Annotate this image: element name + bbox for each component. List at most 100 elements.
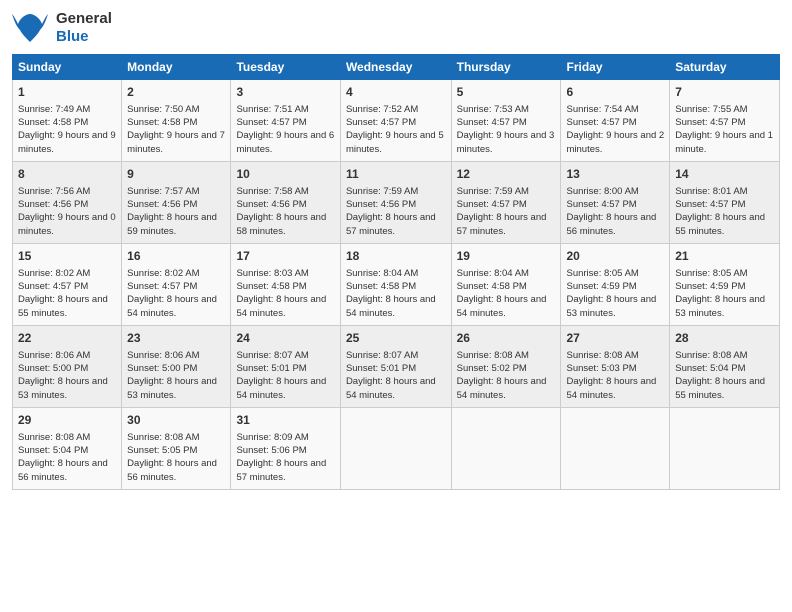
day-info: Sunrise: 8:04 AMSunset: 4:58 PMDaylight:… <box>457 267 556 320</box>
calendar-row: 1Sunrise: 7:49 AMSunset: 4:58 PMDaylight… <box>13 80 780 162</box>
header: General Blue <box>12 10 780 46</box>
logo-general: General <box>56 10 112 28</box>
day-info: Sunrise: 8:08 AMSunset: 5:02 PMDaylight:… <box>457 349 556 402</box>
day-number: 21 <box>675 248 774 265</box>
calendar-cell: 17Sunrise: 8:03 AMSunset: 4:58 PMDayligh… <box>231 244 340 326</box>
day-number: 25 <box>346 330 446 347</box>
day-number: 7 <box>675 84 774 101</box>
calendar-cell: 13Sunrise: 8:00 AMSunset: 4:57 PMDayligh… <box>561 162 670 244</box>
calendar-row: 29Sunrise: 8:08 AMSunset: 5:04 PMDayligh… <box>13 408 780 490</box>
day-info: Sunrise: 8:06 AMSunset: 5:00 PMDaylight:… <box>127 349 225 402</box>
day-number: 11 <box>346 166 446 183</box>
day-number: 20 <box>566 248 664 265</box>
day-number: 4 <box>346 84 446 101</box>
day-number: 9 <box>127 166 225 183</box>
day-info: Sunrise: 8:07 AMSunset: 5:01 PMDaylight:… <box>236 349 334 402</box>
day-number: 5 <box>457 84 556 101</box>
calendar-cell: 27 Sunrise: 8:08 AMSunset: 5:03 PMDayligh… <box>561 326 670 408</box>
day-info: Sunrise: 7:55 AMSunset: 4:57 PMDaylight:… <box>675 103 774 156</box>
calendar-cell: 29Sunrise: 8:08 AMSunset: 5:04 PMDayligh… <box>13 408 122 490</box>
day-number: 2 <box>127 84 225 101</box>
calendar-cell: 28 Sunrise: 8:08 AMSunset: 5:04 PMDayligh… <box>670 326 780 408</box>
day-info: Sunrise: 8:02 AMSunset: 4:57 PMDaylight:… <box>127 267 225 320</box>
day-info: Sunrise: 8:08 AMSunset: 5:04 PMDaylight:… <box>18 431 116 484</box>
day-info: Sunrise: 8:05 AMSunset: 4:59 PMDaylight:… <box>675 267 774 320</box>
day-info: Sunrise: 7:52 AMSunset: 4:57 PMDaylight:… <box>346 103 446 156</box>
day-info: Sunrise: 7:58 AMSunset: 4:56 PMDaylight:… <box>236 185 334 238</box>
calendar-cell: 6 Sunrise: 7:54 AMSunset: 4:57 PMDaylight… <box>561 80 670 162</box>
col-header-tuesday: Tuesday <box>231 55 340 80</box>
page-container: General Blue SundayMondayTuesdayWednesda… <box>0 0 792 500</box>
day-number: 14 <box>675 166 774 183</box>
day-info: Sunrise: 8:08 AMSunset: 5:03 PMDaylight:… <box>566 349 664 402</box>
day-info: Sunrise: 7:54 AMSunset: 4:57 PMDaylight:… <box>566 103 664 156</box>
header-row: SundayMondayTuesdayWednesdayThursdayFrid… <box>13 55 780 80</box>
day-number: 19 <box>457 248 556 265</box>
calendar-cell: 4 Sunrise: 7:52 AMSunset: 4:57 PMDaylight… <box>340 80 451 162</box>
calendar-cell: 3 Sunrise: 7:51 AMSunset: 4:57 PMDaylight… <box>231 80 340 162</box>
day-number: 24 <box>236 330 334 347</box>
day-number: 23 <box>127 330 225 347</box>
day-number: 18 <box>346 248 446 265</box>
col-header-wednesday: Wednesday <box>340 55 451 80</box>
calendar-cell: 31Sunrise: 8:09 AMSunset: 5:06 PMDayligh… <box>231 408 340 490</box>
calendar-cell: 18 Sunrise: 8:04 AMSunset: 4:58 PMDayligh… <box>340 244 451 326</box>
day-number: 30 <box>127 412 225 429</box>
calendar-cell: 19 Sunrise: 8:04 AMSunset: 4:58 PMDayligh… <box>451 244 561 326</box>
col-header-thursday: Thursday <box>451 55 561 80</box>
calendar-cell <box>451 408 561 490</box>
calendar-row: 15Sunrise: 8:02 AMSunset: 4:57 PMDayligh… <box>13 244 780 326</box>
day-number: 16 <box>127 248 225 265</box>
day-info: Sunrise: 8:07 AMSunset: 5:01 PMDaylight:… <box>346 349 446 402</box>
col-header-monday: Monday <box>122 55 231 80</box>
day-info: Sunrise: 8:00 AMSunset: 4:57 PMDaylight:… <box>566 185 664 238</box>
calendar-cell: 24 Sunrise: 8:07 AMSunset: 5:01 PMDayligh… <box>231 326 340 408</box>
day-info: Sunrise: 8:05 AMSunset: 4:59 PMDaylight:… <box>566 267 664 320</box>
calendar-cell: 23 Sunrise: 8:06 AMSunset: 5:00 PMDayligh… <box>122 326 231 408</box>
day-info: Sunrise: 8:08 AMSunset: 5:04 PMDaylight:… <box>675 349 774 402</box>
calendar-row: 8 Sunrise: 7:56 AMSunset: 4:56 PMDaylight… <box>13 162 780 244</box>
calendar-cell: 21 Sunrise: 8:05 AMSunset: 4:59 PMDayligh… <box>670 244 780 326</box>
day-number: 3 <box>236 84 334 101</box>
calendar-cell: 8 Sunrise: 7:56 AMSunset: 4:56 PMDaylight… <box>13 162 122 244</box>
calendar-cell <box>340 408 451 490</box>
day-number: 10 <box>236 166 334 183</box>
calendar-cell: 30 Sunrise: 8:08 AMSunset: 5:05 PMDayligh… <box>122 408 231 490</box>
day-info: Sunrise: 8:01 AMSunset: 4:57 PMDaylight:… <box>675 185 774 238</box>
calendar-cell: 25 Sunrise: 8:07 AMSunset: 5:01 PMDayligh… <box>340 326 451 408</box>
calendar-cell: 20 Sunrise: 8:05 AMSunset: 4:59 PMDayligh… <box>561 244 670 326</box>
day-number: 22 <box>18 330 116 347</box>
calendar-cell: 14 Sunrise: 8:01 AMSunset: 4:57 PMDayligh… <box>670 162 780 244</box>
day-info: Sunrise: 7:51 AMSunset: 4:57 PMDaylight:… <box>236 103 334 156</box>
calendar-cell: 26 Sunrise: 8:08 AMSunset: 5:02 PMDayligh… <box>451 326 561 408</box>
calendar-cell <box>670 408 780 490</box>
col-header-sunday: Sunday <box>13 55 122 80</box>
calendar-cell: 5Sunrise: 7:53 AMSunset: 4:57 PMDaylight… <box>451 80 561 162</box>
calendar-cell <box>561 408 670 490</box>
day-info: Sunrise: 7:56 AMSunset: 4:56 PMDaylight:… <box>18 185 116 238</box>
day-info: Sunrise: 8:08 AMSunset: 5:05 PMDaylight:… <box>127 431 225 484</box>
calendar-cell: 2Sunrise: 7:50 AMSunset: 4:58 PMDaylight… <box>122 80 231 162</box>
day-number: 27 <box>566 330 664 347</box>
day-info: Sunrise: 7:59 AMSunset: 4:56 PMDaylight:… <box>346 185 446 238</box>
col-header-friday: Friday <box>561 55 670 80</box>
day-number: 12 <box>457 166 556 183</box>
logo: General Blue <box>12 10 112 46</box>
calendar-cell: 15Sunrise: 8:02 AMSunset: 4:57 PMDayligh… <box>13 244 122 326</box>
logo-blue: Blue <box>56 28 112 46</box>
day-number: 1 <box>18 84 116 101</box>
day-info: Sunrise: 8:02 AMSunset: 4:57 PMDaylight:… <box>18 267 116 320</box>
calendar-cell: 11 Sunrise: 7:59 AMSunset: 4:56 PMDayligh… <box>340 162 451 244</box>
day-info: Sunrise: 8:06 AMSunset: 5:00 PMDaylight:… <box>18 349 116 402</box>
day-number: 31 <box>236 412 334 429</box>
day-info: Sunrise: 7:57 AMSunset: 4:56 PMDaylight:… <box>127 185 225 238</box>
day-number: 26 <box>457 330 556 347</box>
day-number: 8 <box>18 166 116 183</box>
day-number: 6 <box>566 84 664 101</box>
day-info: Sunrise: 8:04 AMSunset: 4:58 PMDaylight:… <box>346 267 446 320</box>
day-number: 28 <box>675 330 774 347</box>
calendar-table: SundayMondayTuesdayWednesdayThursdayFrid… <box>12 54 780 490</box>
calendar-cell: 16 Sunrise: 8:02 AMSunset: 4:57 PMDayligh… <box>122 244 231 326</box>
calendar-cell: 1Sunrise: 7:49 AMSunset: 4:58 PMDaylight… <box>13 80 122 162</box>
calendar-cell: 7 Sunrise: 7:55 AMSunset: 4:57 PMDaylight… <box>670 80 780 162</box>
